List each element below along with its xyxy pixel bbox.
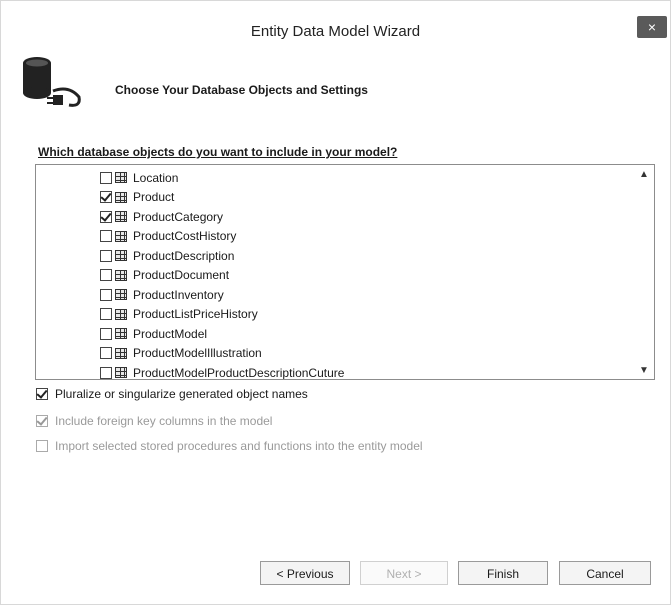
tree-item[interactable]: ProductDescription [100, 246, 344, 266]
tree-item[interactable]: Location [100, 168, 344, 188]
tree-item[interactable]: ProductModel [100, 324, 344, 344]
tree-item[interactable]: ProductCategory [100, 207, 344, 227]
finish-button[interactable]: Finish [458, 561, 548, 585]
tree-item-checkbox[interactable] [100, 269, 112, 282]
tree-item[interactable]: ProductDocument [100, 266, 344, 286]
tree-item-checkbox[interactable] [100, 288, 112, 301]
pluralize-option[interactable]: Pluralize or singularize generated objec… [36, 387, 308, 401]
tree-item-checkbox[interactable] [100, 347, 112, 360]
tree-item-label: ProductDescription [133, 248, 235, 263]
wizard-dialog: Entity Data Model Wizard × Choose Your D… [0, 0, 671, 605]
tree-item[interactable]: ProductListPriceHistory [100, 305, 344, 325]
close-button[interactable]: × [637, 16, 667, 38]
database-objects-tree[interactable]: Location Product ProductCategory ProductCos… [35, 164, 655, 380]
tree-item[interactable]: ProductCostHistory [100, 227, 344, 247]
pluralize-checkbox[interactable] [36, 388, 48, 400]
stored-procs-option: Import selected stored procedures and fu… [36, 439, 423, 453]
tree-item-label: ProductModelIllustration [133, 346, 262, 361]
table-icon [115, 347, 127, 359]
tree-item-label: ProductDocument [133, 268, 230, 283]
page-subtitle: Choose Your Database Objects and Setting… [115, 83, 368, 97]
tree-item-checkbox[interactable] [100, 249, 112, 262]
scroll-down-icon[interactable]: ▼ [638, 365, 650, 376]
tree-list: Location Product ProductCategory ProductCos… [100, 168, 345, 380]
tree-item-checkbox[interactable] [100, 308, 112, 321]
stored-procs-checkbox [36, 440, 48, 452]
table-icon [115, 172, 127, 184]
table-icon [115, 230, 127, 242]
foreign-keys-option: Include foreign key columns in the model [36, 414, 272, 428]
next-button: Next > [360, 561, 448, 585]
table-icon [115, 308, 127, 320]
database-connect-icon [23, 57, 81, 107]
scroll-up-icon[interactable]: ▲ [638, 169, 650, 180]
previous-button[interactable]: < Previous [260, 561, 350, 585]
foreign-keys-label: Include foreign key columns in the model [55, 414, 273, 428]
table-icon [115, 289, 127, 301]
foreign-keys-checkbox [36, 415, 48, 427]
tree-item-label: ProductCategory [133, 209, 224, 224]
tree-item[interactable]: ProductInventory [100, 285, 344, 305]
tree-item[interactable]: ProductModelIllustration [100, 344, 344, 364]
tree-item-label: Product [133, 190, 175, 205]
tree-item-checkbox[interactable] [100, 230, 112, 243]
table-icon [115, 328, 127, 340]
table-icon [115, 191, 127, 203]
stored-procs-label: Import selected stored procedures and fu… [55, 439, 423, 453]
table-icon [115, 211, 127, 223]
tree-item-label: ProductInventory [133, 287, 224, 302]
tree-item[interactable]: ProductModelProductDescriptionCuture [100, 363, 345, 380]
objects-question-label: Which database objects do you want to in… [38, 145, 398, 159]
tree-item-checkbox[interactable] [100, 366, 112, 379]
tree-item[interactable]: Product [100, 188, 344, 208]
tree-item-checkbox[interactable] [100, 171, 112, 184]
tree-item-label: ProductModel [133, 326, 208, 341]
pluralize-label: Pluralize or singularize generated objec… [55, 387, 308, 401]
table-icon [115, 367, 127, 379]
tree-item-checkbox[interactable] [100, 210, 112, 223]
tree-item-label: ProductModelProductDescriptionCuture [133, 365, 345, 380]
cancel-button[interactable]: Cancel [559, 561, 651, 585]
window-title: Entity Data Model Wizard [250, 23, 421, 40]
tree-item-label: ProductCostHistory [133, 229, 237, 244]
table-icon [115, 269, 127, 281]
tree-item-label: ProductListPriceHistory [133, 307, 258, 322]
tree-item-checkbox[interactable] [100, 191, 112, 204]
tree-item-label: Location [133, 170, 179, 185]
tree-item-checkbox[interactable] [100, 327, 112, 340]
table-icon [115, 250, 127, 262]
